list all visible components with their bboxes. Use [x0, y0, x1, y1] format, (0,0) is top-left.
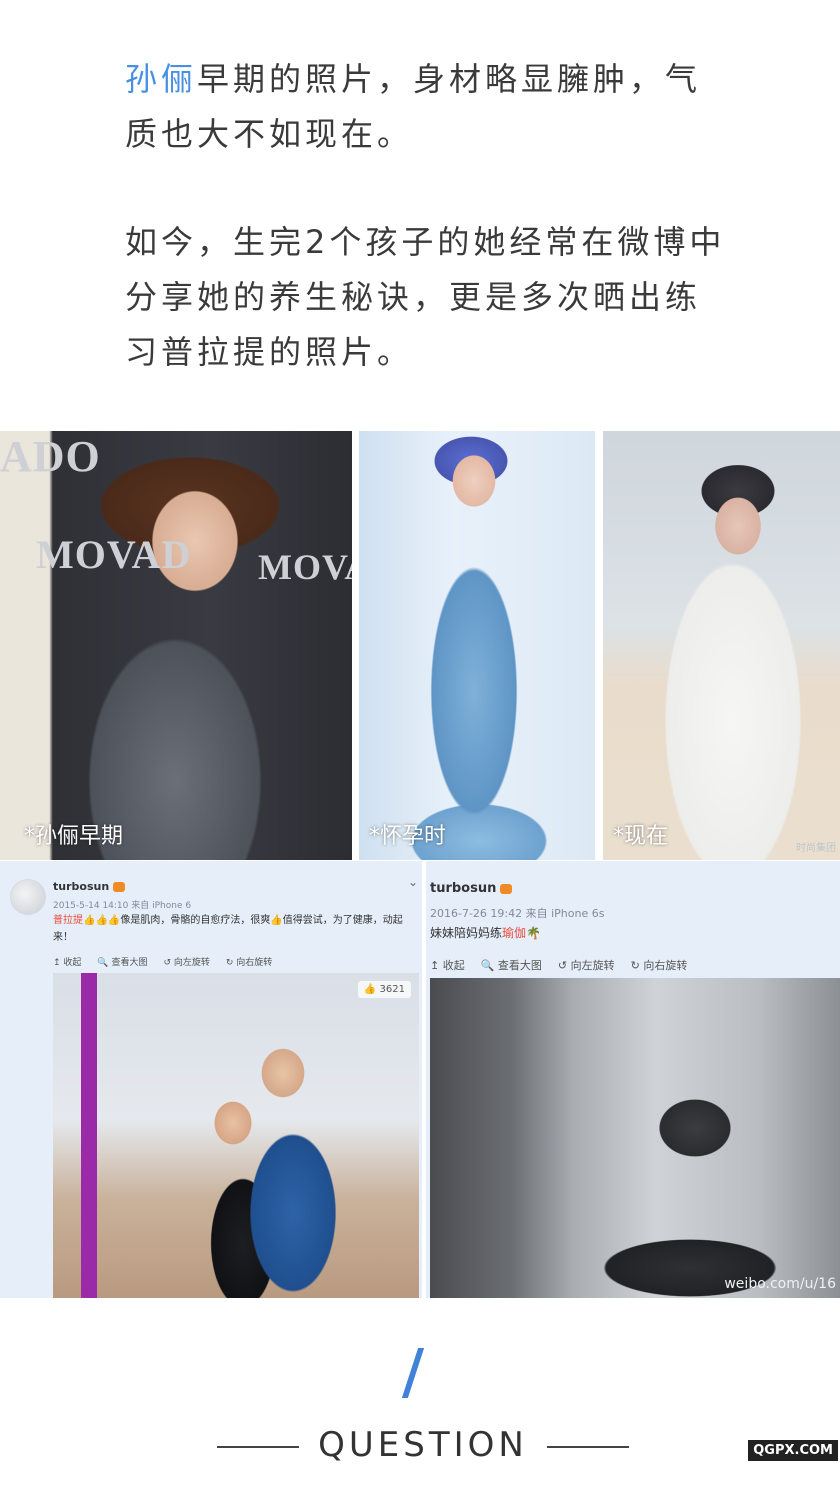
photo-now: *现在 时尚集团 — [603, 431, 840, 860]
rotate-right-button[interactable]: ↻ 向右旋转 — [631, 957, 688, 973]
photo-watermark: 时尚集团 — [796, 843, 836, 854]
photo-caption: *现在 — [613, 824, 669, 849]
weibo-actions: ↥ 收起 🔍 查看大图 ↺ 向左旋转 ↻ 向右旋转 — [430, 957, 703, 973]
brand-text-left: MOVAD — [36, 532, 192, 577]
intro-paragraph-1-text: 早期的照片，身材略显臃肿，气质也大不如现在。 — [125, 60, 702, 153]
rotate-right-button[interactable]: ↻ 向右旋转 — [226, 955, 272, 968]
vip-badge-icon — [500, 883, 513, 894]
weibo-meta: 2015-5-14 14:10 来自 iPhone 6 — [53, 901, 192, 911]
weibo-actions: ↥ 收起 🔍 查看大图 ↺ 向左旋转 ↻ 向右旋转 — [53, 955, 288, 968]
rotate-left-button[interactable]: ↺ 向左旋转 — [163, 955, 209, 968]
view-large-button[interactable]: 🔍 查看大图 — [97, 955, 147, 968]
weibo-watermark: weibo.com/u/16 — [724, 1276, 836, 1292]
intro-paragraph-2: 如今，生完2个孩子的她经常在微博中分享她的养生秘诀，更是多次晒出练习普拉提的照片… — [125, 223, 726, 371]
brand-text-top: ADO — [0, 432, 101, 481]
name-highlight: 孙俪 — [125, 60, 198, 98]
weibo-post-2: turbosun 2016-7-26 19:42 来自 iPhone 6s 妹妹… — [426, 861, 840, 1298]
weibo-image[interactable]: 👍 3621 — [53, 973, 419, 1298]
avatar[interactable] — [10, 879, 46, 915]
chevron-down-icon[interactable]: ⌄ — [408, 875, 418, 889]
weibo-meta: 2016-7-26 19:42 来自 iPhone 6s — [430, 907, 605, 920]
weibo-text: 普拉提👍👍👍像是肌肉，骨骼的自愈疗法，很爽👍值得尝试，为了健康，动起来！ — [53, 915, 403, 943]
section-divider-slash — [401, 1348, 425, 1398]
photo-caption: *怀孕时 — [369, 824, 447, 849]
collapse-button[interactable]: ↥ 收起 — [53, 955, 81, 968]
brand-text-right: MOVAD — [258, 547, 352, 587]
weibo-username[interactable]: turbosun — [430, 881, 513, 896]
site-badge: QGPX.COM — [748, 1440, 838, 1461]
thumbs-up-icon: 👍 — [363, 984, 380, 995]
photo-early: ADO MOVAD MOVAD *孙俪早期 — [0, 431, 352, 860]
vip-badge-icon — [113, 882, 126, 892]
weibo-post-1: turbosun ⌄ 2015-5-14 14:10 来自 iPhone 6 普… — [0, 861, 422, 1298]
weibo-text: 妹妹陪妈妈练瑜伽🌴 — [430, 926, 541, 940]
weibo-username[interactable]: turbosun — [53, 880, 126, 893]
weibo-image[interactable]: weibo.com/u/16 — [430, 978, 840, 1298]
intro-paragraph-1: 孙俪早期的照片，身材略显臃肿，气质也大不如现在。 — [125, 52, 735, 162]
like-count[interactable]: 👍 3621 — [357, 981, 411, 998]
photo-caption: *孙俪早期 — [24, 824, 124, 849]
rotate-left-button[interactable]: ↺ 向左旋转 — [558, 957, 615, 973]
view-large-button[interactable]: 🔍 查看大图 — [481, 957, 542, 973]
collapse-button[interactable]: ↥ 收起 — [430, 957, 465, 973]
photo-pregnant: *怀孕时 — [359, 431, 595, 860]
section-title: QUESTION — [318, 1425, 528, 1465]
section-line-right — [547, 1446, 629, 1448]
palm-icon: 🌴 — [526, 926, 541, 940]
section-line-left — [217, 1446, 299, 1448]
